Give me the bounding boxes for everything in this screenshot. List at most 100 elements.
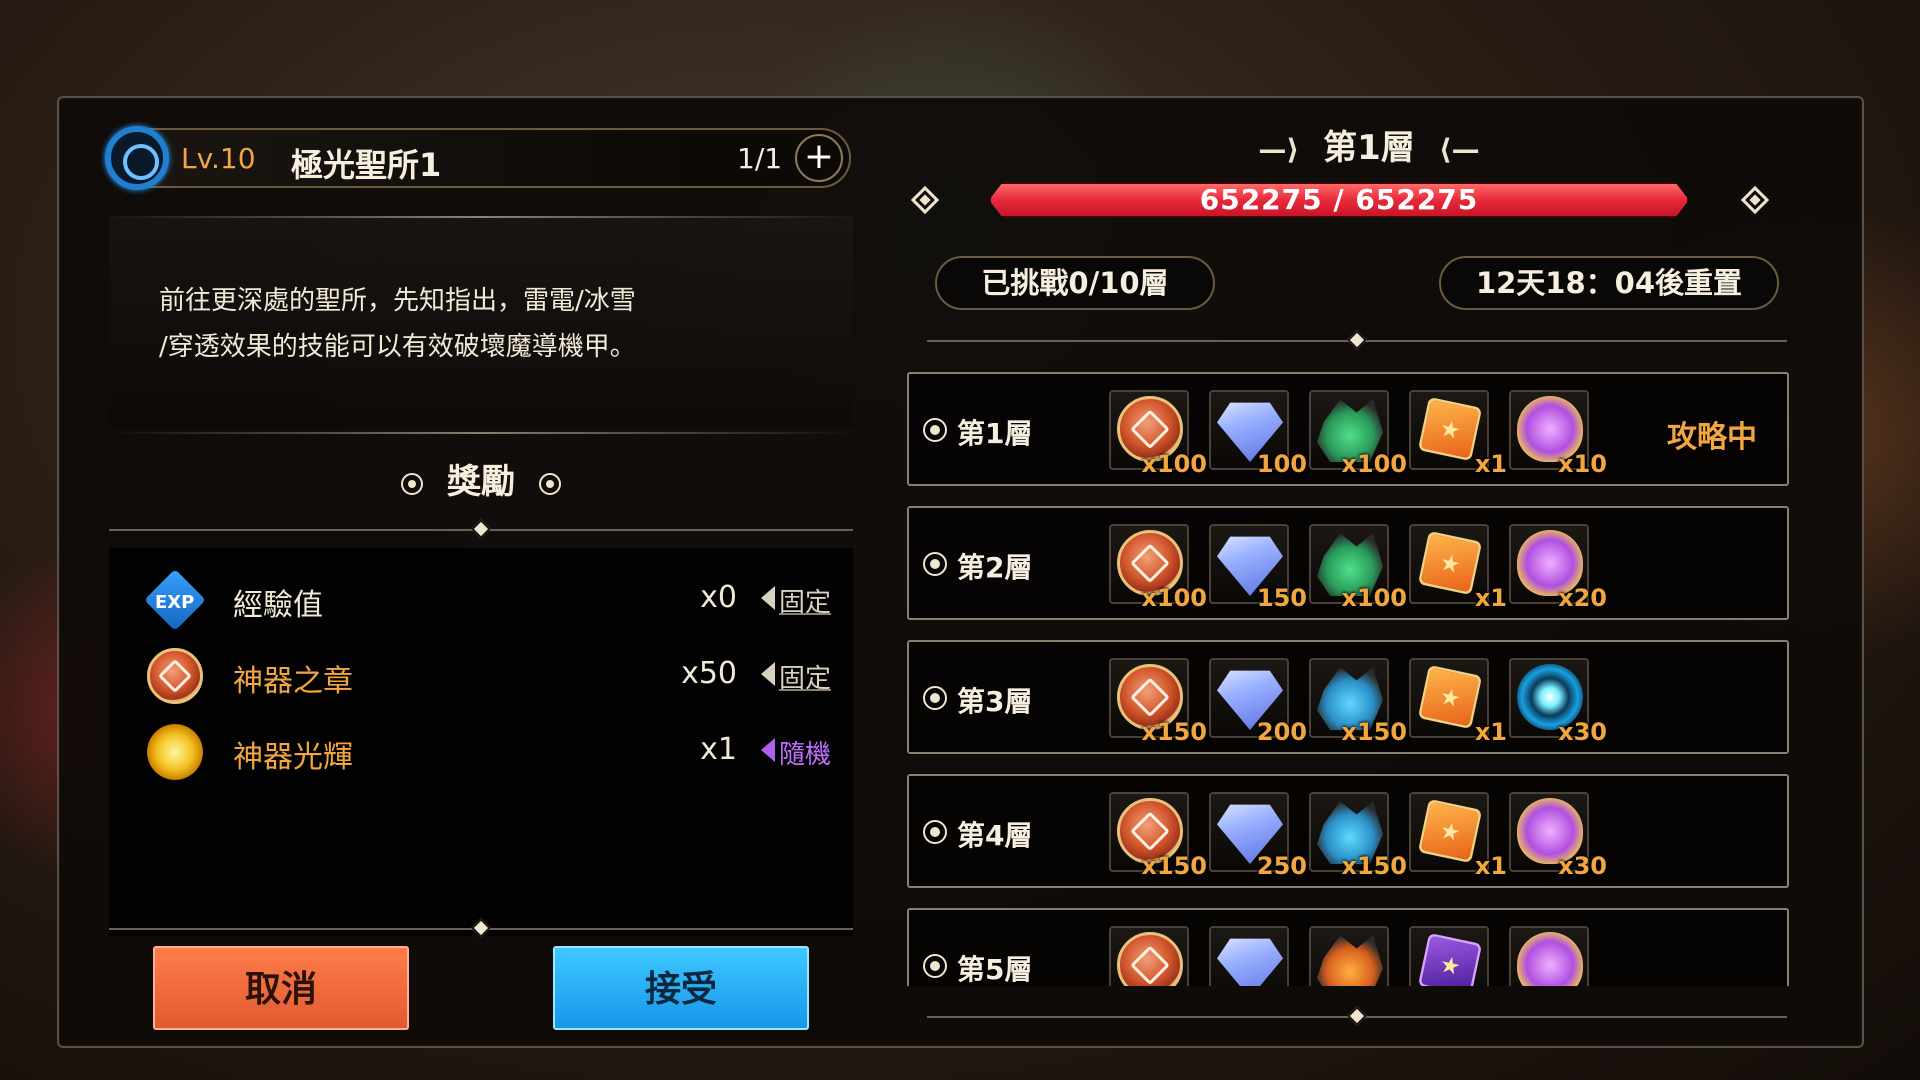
diamond-gem-icon	[1217, 938, 1283, 986]
reward-slot[interactable]: x1	[1409, 524, 1507, 612]
item-quantity: x30	[1558, 852, 1607, 880]
reward-row: EXP 經驗值 x0 固定	[144, 568, 847, 632]
item-quantity: x150	[1341, 718, 1407, 746]
diamond-icon	[1347, 1006, 1367, 1026]
reward-slot[interactable]: x100	[1309, 390, 1407, 478]
cancel-button[interactable]: 取消	[153, 946, 409, 1030]
purple-emblem-icon	[1517, 932, 1583, 986]
description-line: 前往更深處的聖所，先知指出，雷電/冰雪	[159, 286, 636, 316]
item-quantity: x100	[1341, 584, 1407, 612]
item-quantity: x100	[1141, 450, 1207, 478]
current-floor-title: 第1層	[1323, 128, 1415, 168]
reward-slot[interactable]: 250	[1209, 792, 1307, 880]
reward-name: 經驗值	[233, 588, 323, 623]
floor-label: 第5層	[923, 948, 1032, 986]
entry-count: 1/1	[737, 142, 783, 175]
floor-label: 第3層	[923, 680, 1032, 720]
star-card-icon	[1417, 396, 1483, 462]
add-entry-button[interactable]: +	[795, 134, 843, 182]
boss-hp-text: 652275 / 652275	[1199, 183, 1479, 216]
artifact-glow-icon	[147, 724, 203, 780]
dungeon-info-panel: Lv.10 極光聖所1 1/1 + 前往更深處的聖所，先知指出，雷電/冰雪 /穿…	[59, 98, 859, 1046]
reset-timer: 12天18：04後重置	[1439, 256, 1779, 310]
floor-label: 第1層	[923, 412, 1032, 452]
reward-slot[interactable]: x1	[1409, 390, 1507, 478]
accept-button[interactable]: 接受	[553, 946, 809, 1030]
item-quantity: x30	[1558, 718, 1607, 746]
artifact-coin-icon	[1117, 932, 1183, 986]
floor-label: 第2層	[923, 546, 1032, 586]
item-quantity: x150	[1141, 718, 1207, 746]
reward-name: 神器之章	[233, 664, 353, 699]
divider	[109, 432, 853, 434]
item-quantity: x20	[1558, 584, 1607, 612]
reward-slot[interactable]: x30	[1509, 792, 1607, 880]
ornament-right-icon: ⟨—	[1438, 133, 1480, 166]
reward-tag: 固定	[759, 582, 831, 619]
item-quantity: x1	[1474, 584, 1507, 612]
floor-label: 第4層	[923, 814, 1032, 854]
artifact-coin-icon	[147, 648, 203, 704]
floor-row[interactable]: 第2層 x100 150 x100 x1 x20	[907, 506, 1789, 620]
reward-slot[interactable]: x1	[1409, 792, 1507, 880]
item-quantity: 250	[1256, 852, 1307, 880]
reward-slot[interactable]: x100	[1109, 390, 1207, 478]
hp-right-diamond-icon	[1740, 185, 1770, 215]
floor-list[interactable]: 第1層 x100 100 x100 x1 x10 攻略中 第2層 x100 15…	[907, 372, 1793, 986]
reward-slot[interactable]: x150	[1309, 658, 1407, 746]
rewards-list: EXP 經驗值 x0 固定 神器之章 x50 固定 神器光輝 x1 隨機	[109, 548, 853, 936]
reward-slot[interactable]	[1109, 926, 1189, 986]
reward-slot[interactable]: x10	[1509, 390, 1607, 478]
reward-slot[interactable]: x100	[1309, 524, 1407, 612]
reward-slot[interactable]	[1409, 926, 1489, 986]
reward-slot[interactable]	[1509, 926, 1589, 986]
floor-row[interactable]: 第4層 x150 250 x150 x1 x30	[907, 774, 1789, 888]
item-quantity: x1	[1474, 852, 1507, 880]
reward-tag: 隨機	[759, 734, 831, 771]
floor-panel: —⟩ 第1層 ⟨— 652275 / 652275 已挑戰0/10層 12天18：0…	[879, 98, 1859, 1046]
reward-row: 神器之章 x50 固定	[147, 644, 847, 708]
description-line: /穿透效果的技能可以有效破壞魔導機甲。	[159, 332, 636, 362]
item-quantity: x100	[1141, 584, 1207, 612]
reward-slot[interactable]: x150	[1109, 792, 1207, 880]
dungeon-dialog: Lv.10 極光聖所1 1/1 + 前往更深處的聖所，先知指出，雷電/冰雪 /穿…	[57, 96, 1864, 1048]
item-quantity: x150	[1141, 852, 1207, 880]
reward-quantity: x0	[700, 580, 737, 615]
ornament-left-icon: —⟩	[1258, 133, 1300, 166]
item-quantity: x10	[1558, 450, 1607, 478]
hp-left-diamond-icon	[910, 185, 940, 215]
dungeon-ring-icon	[105, 126, 169, 190]
reward-slot[interactable]: x20	[1509, 524, 1607, 612]
reward-row: 神器光輝 x1 隨機	[147, 720, 847, 784]
item-quantity: 100	[1256, 450, 1307, 478]
floor-row[interactable]: 第3層 x150 200 x150 x1 x30	[907, 640, 1789, 754]
floor-row[interactable]: 第5層	[907, 908, 1789, 986]
reward-slot[interactable]: x150	[1309, 792, 1407, 880]
exp-icon-label: EXP	[155, 592, 195, 613]
rewards-title: 獎勵	[447, 462, 515, 502]
reward-tag: 固定	[759, 658, 831, 695]
challenged-floors: 已挑戰0/10層	[935, 256, 1215, 310]
floor-row[interactable]: 第1層 x100 100 x100 x1 x10 攻略中	[907, 372, 1789, 486]
floor-status: 攻略中	[1667, 420, 1757, 455]
item-quantity: x100	[1341, 450, 1407, 478]
reward-slot[interactable]: 100	[1209, 390, 1307, 478]
reward-slot[interactable]	[1309, 926, 1389, 986]
diamond-icon	[1347, 330, 1367, 350]
reward-slot[interactable]	[1209, 926, 1289, 986]
rewards-heading: 獎勵	[109, 454, 853, 503]
bullet-icon	[401, 472, 423, 495]
item-quantity: x1	[1474, 450, 1507, 478]
item-quantity: 150	[1256, 584, 1307, 612]
reward-slot[interactable]: 200	[1209, 658, 1307, 746]
floor-heading: —⟩ 第1層 ⟨—	[879, 120, 1859, 169]
reward-slot[interactable]: 150	[1209, 524, 1307, 612]
star-card-icon	[1417, 798, 1483, 864]
reward-slot[interactable]: x100	[1109, 524, 1207, 612]
reward-slot[interactable]: x1	[1409, 658, 1507, 746]
star-card-icon	[1417, 530, 1483, 596]
orange-crystal-icon	[1317, 935, 1383, 986]
reward-slot[interactable]: x30	[1509, 658, 1607, 746]
reward-slot[interactable]: x150	[1109, 658, 1207, 746]
bullet-icon	[539, 472, 561, 495]
